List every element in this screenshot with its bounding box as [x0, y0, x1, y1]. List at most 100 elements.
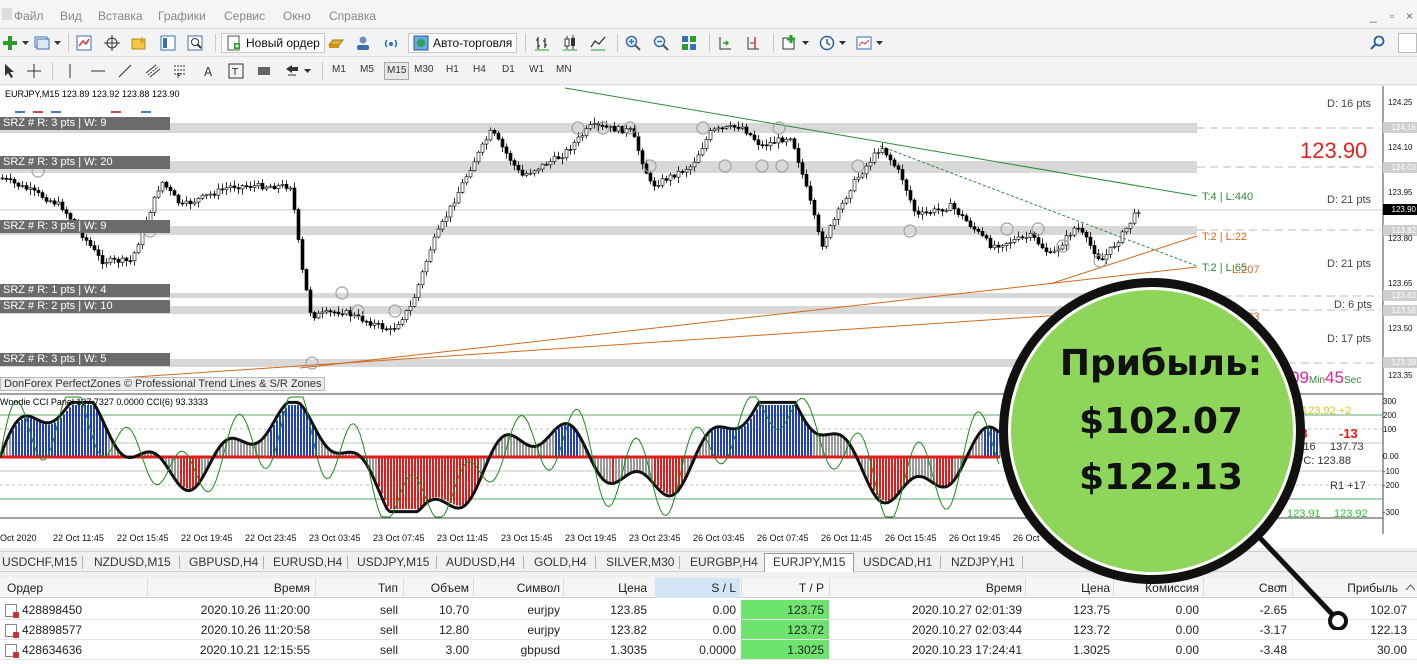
- header-volume[interactable]: Объем: [431, 581, 469, 595]
- menu-view[interactable]: Вид: [60, 9, 82, 23]
- candle-body: [392, 328, 397, 330]
- restore-button[interactable]: ▫: [1390, 9, 1394, 23]
- candlestick-button[interactable]: [562, 33, 578, 53]
- chart-tab-active[interactable]: EURJPY,M15: [764, 553, 855, 572]
- data-window-button[interactable]: [104, 33, 120, 53]
- tf-d1[interactable]: D1: [502, 64, 515, 75]
- table-row[interactable]: 428898577 2020.10.26 11:20:58 sell 12.80…: [0, 620, 1417, 640]
- user-icon: [357, 36, 369, 50]
- header-close-time[interactable]: Время: [986, 581, 1022, 595]
- menu-tools[interactable]: Сервис: [224, 9, 265, 23]
- terminal-button[interactable]: [160, 33, 176, 53]
- tf-m1[interactable]: M1: [332, 64, 346, 75]
- channel-button[interactable]: [145, 61, 161, 81]
- cursor-button[interactable]: [2, 61, 18, 81]
- crosshair-button[interactable]: [26, 61, 42, 81]
- templates-button[interactable]: [856, 33, 883, 53]
- header-symbol[interactable]: Символ: [517, 581, 560, 595]
- header-order[interactable]: Ордер: [7, 581, 43, 595]
- new-order-button[interactable]: Новый ордер: [221, 33, 325, 53]
- header-type[interactable]: Тип: [378, 581, 398, 595]
- chart-tab[interactable]: EURUSD,H4: [273, 555, 342, 569]
- metaeditor-button[interactable]: [328, 33, 344, 53]
- tile-windows-button[interactable]: [681, 33, 697, 53]
- chart-tab[interactable]: USDJPY,M15: [357, 555, 429, 569]
- header-profit[interactable]: Прибыль: [1347, 581, 1398, 595]
- table-row[interactable]: 428898450 2020.10.26 11:20:00 sell 10.70…: [0, 600, 1417, 620]
- candle-body: [584, 128, 589, 136]
- tf-m30[interactable]: M30: [414, 64, 433, 75]
- candle-body: [268, 185, 273, 188]
- chart-tab[interactable]: USDCAD,H1: [863, 555, 932, 569]
- tf-m5[interactable]: M5: [360, 64, 374, 75]
- arrows-button[interactable]: [284, 61, 311, 81]
- header-close-price[interactable]: Цена: [1081, 581, 1110, 595]
- zoom-in-button[interactable]: [625, 33, 641, 53]
- zoom-out-button[interactable]: [653, 33, 669, 53]
- line-chart-button[interactable]: [590, 33, 606, 53]
- text-label-button[interactable]: T: [228, 61, 244, 81]
- chart-tab[interactable]: NZDJPY,H1: [951, 555, 1015, 569]
- tf-w1[interactable]: W1: [529, 64, 544, 75]
- chart-tab[interactable]: SILVER,M30: [606, 555, 674, 569]
- fibonacci-button[interactable]: F: [172, 61, 188, 81]
- chart-tab[interactable]: GOLD,H4: [534, 555, 587, 569]
- strategy-tester-button[interactable]: [187, 33, 203, 53]
- chart-tab[interactable]: NZDUSD,M15: [94, 555, 171, 569]
- candle-body: [280, 184, 285, 186]
- vertical-line-button[interactable]: [62, 61, 78, 81]
- chart-tab[interactable]: EURGBP,H4: [690, 555, 758, 569]
- tf-h4[interactable]: H4: [473, 64, 486, 75]
- candle-body: [676, 171, 681, 178]
- tf-h1[interactable]: H1: [446, 64, 459, 75]
- svg-text:F: F: [177, 72, 181, 79]
- minimize-button[interactable]: _: [1370, 9, 1377, 23]
- header-open-time[interactable]: Время: [274, 581, 310, 595]
- rectangle-button[interactable]: [256, 61, 272, 81]
- candle-body: [604, 125, 609, 128]
- trendline-button[interactable]: [117, 61, 133, 81]
- cci-bar: [51, 423, 53, 457]
- tf-mn[interactable]: MN: [556, 64, 572, 75]
- cci-bar: [912, 457, 914, 478]
- scroll-up-icon[interactable]: [1406, 584, 1415, 591]
- menu-insert[interactable]: Вставка: [98, 9, 143, 23]
- chart-shift-button[interactable]: [745, 33, 761, 53]
- candle-body: [168, 186, 173, 191]
- candle-body: [96, 249, 101, 256]
- header-tp[interactable]: T / P: [799, 581, 824, 595]
- periods-button[interactable]: [819, 33, 846, 53]
- navigator-button[interactable]: [131, 33, 147, 53]
- menu-help[interactable]: Справка: [329, 9, 376, 23]
- autotrading-button[interactable]: Авто-торговля: [408, 33, 518, 53]
- text-button[interactable]: A: [201, 61, 217, 81]
- new-chart-button[interactable]: [2, 33, 29, 53]
- options-button[interactable]: [355, 33, 371, 53]
- close-button[interactable]: ×: [1406, 9, 1413, 23]
- chart-tab[interactable]: USDCHF,M15: [2, 555, 77, 569]
- cci-bar: [654, 457, 656, 483]
- chart-tab[interactable]: AUDUSD,H4: [446, 555, 515, 569]
- app-icon: [2, 8, 12, 20]
- tf-m15[interactable]: M15: [384, 62, 410, 80]
- candle-body: [1020, 236, 1025, 239]
- table-row[interactable]: 428634636 2020.10.21 12:15:55 sell 3.00 …: [0, 640, 1417, 660]
- bar-chart-button[interactable]: [534, 33, 550, 53]
- header-sl[interactable]: S / L: [711, 581, 736, 595]
- menu-file[interactable]: Файл: [14, 9, 44, 23]
- horizontal-line-button[interactable]: [90, 61, 106, 81]
- signals-button[interactable]: [383, 33, 399, 53]
- search-input[interactable]: [1398, 33, 1417, 53]
- search-button[interactable]: [1370, 33, 1386, 53]
- menu-window[interactable]: Окно: [283, 9, 311, 23]
- market-watch-button[interactable]: [76, 33, 92, 53]
- profiles-button[interactable]: [34, 33, 61, 53]
- header-price[interactable]: Цена: [618, 581, 647, 595]
- menu-charts[interactable]: Графики: [158, 9, 206, 23]
- candle-body: [368, 321, 373, 326]
- candle-body: [104, 262, 109, 265]
- chart-tab[interactable]: GBPUSD,H4: [189, 555, 258, 569]
- indicator-credit: DonForex PerfectZones © Professional Tre…: [0, 377, 326, 391]
- indicators-button[interactable]: [782, 33, 809, 53]
- autoscroll-button[interactable]: [717, 33, 733, 53]
